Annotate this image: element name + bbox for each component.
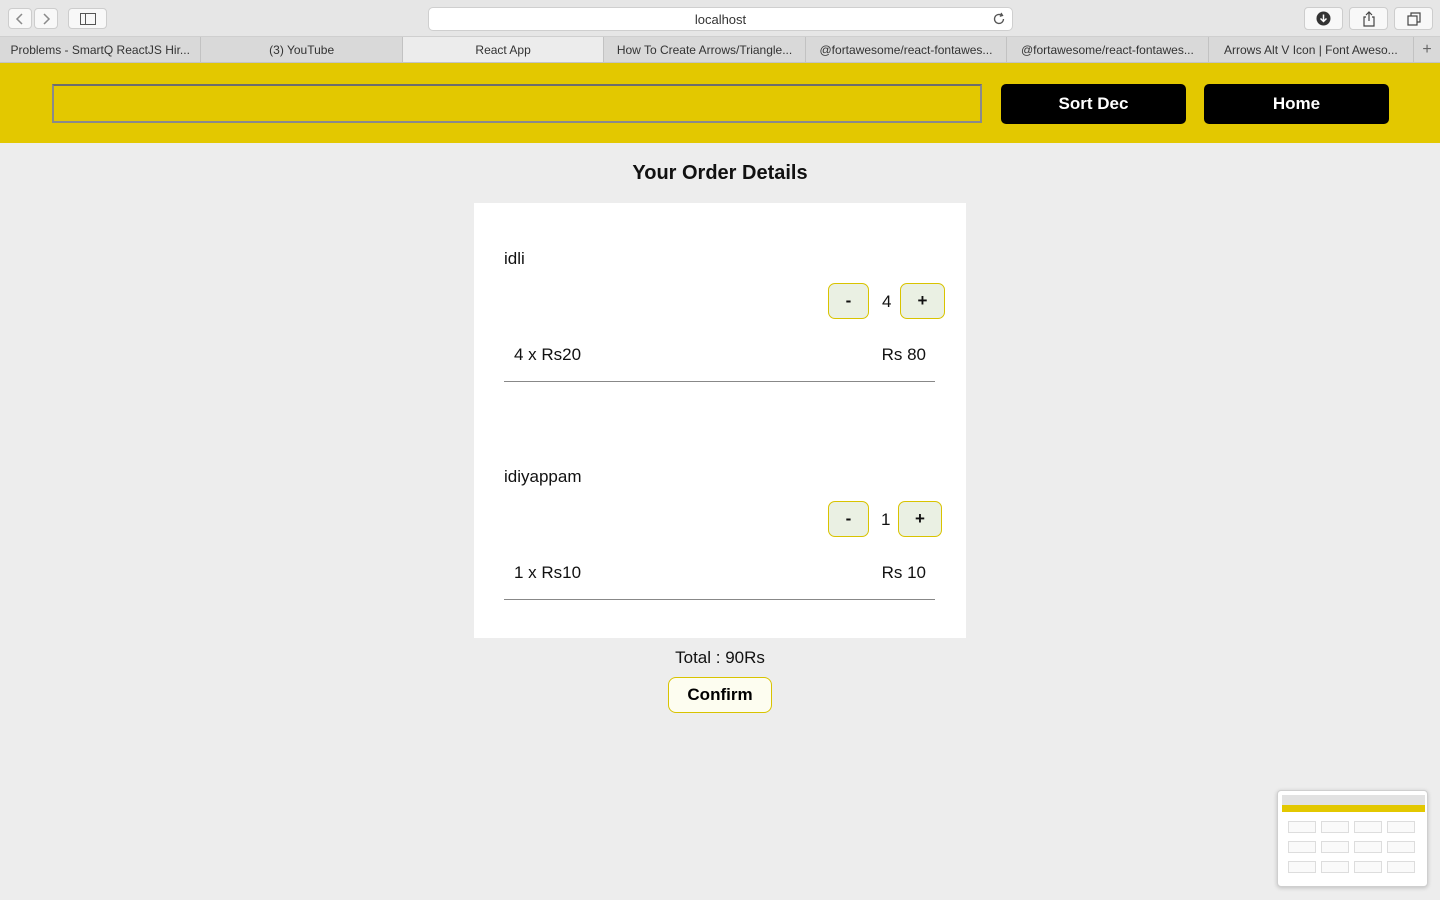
thumbnail-header [1282, 805, 1425, 812]
thumbnail-cell [1354, 861, 1382, 873]
address-text: localhost [694, 11, 747, 27]
increment-button[interactable]: + [898, 501, 942, 537]
back-button[interactable] [8, 8, 32, 29]
order-total: Total : 90Rs [675, 648, 765, 667]
tab-bar: Problems - SmartQ ReactJS Hir... (3) You… [0, 37, 1440, 63]
tab-label: (3) YouTube [269, 42, 335, 57]
tab-react-app[interactable]: React App [402, 37, 605, 62]
sidebar-icon [79, 12, 96, 25]
tab-label: React App [475, 42, 531, 57]
thumbnail-cell [1288, 861, 1316, 873]
line-price: Rs 80 [881, 345, 926, 364]
thumbnail-toolbar [1282, 795, 1425, 805]
quantity-value: 1 [881, 510, 891, 529]
line-calculation: 4 x Rs20 [514, 345, 582, 364]
thumbnail-cell [1387, 841, 1415, 853]
item-name: idiyappam [504, 467, 582, 486]
address-bar[interactable]: localhost [428, 7, 1013, 31]
quantity-value: 4 [882, 292, 892, 311]
home-button[interactable]: Home [1204, 84, 1389, 124]
item-name: idli [504, 249, 525, 268]
tab-fontawesome-1[interactable]: @fortawesome/react-fontawes... [806, 37, 1008, 62]
line-calculation: 1 x Rs10 [514, 563, 582, 582]
download-icon [1316, 11, 1331, 26]
tab-arrows-icon[interactable]: Arrows Alt V Icon | Font Aweso... [1209, 37, 1415, 62]
thumbnail-cell [1321, 841, 1349, 853]
tab-label: How To Create Arrows/Triangle... [616, 42, 793, 57]
screenshot-thumbnail[interactable] [1277, 790, 1428, 887]
app-header: Sort Dec Home [0, 63, 1440, 143]
tab-youtube[interactable]: (3) YouTube [201, 37, 403, 62]
tab-smartq[interactable]: Problems - SmartQ ReactJS Hir... [0, 37, 202, 62]
downloads-button[interactable] [1304, 7, 1343, 30]
tab-fontawesome-2[interactable]: @fortawesome/react-fontawes... [1007, 37, 1209, 62]
decrement-button[interactable]: - [828, 283, 869, 319]
reload-icon[interactable] [992, 12, 1006, 26]
thumbnail-cell [1288, 821, 1316, 833]
tab-label: @fortawesome/react-fontawes... [1020, 42, 1194, 57]
share-icon [1362, 10, 1375, 27]
item-divider [504, 381, 935, 382]
tab-overview-button[interactable] [1394, 7, 1433, 30]
confirm-button[interactable]: Confirm [668, 677, 772, 713]
line-price: Rs 10 [881, 563, 926, 582]
tab-label: Problems - SmartQ ReactJS Hir... [10, 42, 190, 57]
thumbnail-cell [1387, 861, 1415, 873]
thumbnail-cell [1321, 821, 1349, 833]
item-divider [504, 599, 935, 600]
new-tab-button[interactable]: + [1414, 37, 1440, 62]
decrement-button[interactable]: - [828, 501, 869, 537]
forward-button[interactable] [34, 8, 58, 29]
tab-label: Arrows Alt V Icon | Font Aweso... [1224, 42, 1398, 57]
browser-toolbar: localhost [0, 0, 1440, 37]
thumbnail-cell [1387, 821, 1415, 833]
sort-button[interactable]: Sort Dec [1001, 84, 1186, 124]
tab-label: @fortawesome/react-fontawes... [819, 42, 993, 57]
chevron-right-icon [43, 12, 51, 25]
chevron-left-icon [15, 12, 23, 25]
search-input[interactable] [52, 84, 982, 123]
increment-button[interactable]: + [900, 283, 945, 319]
sidebar-toggle-button[interactable] [68, 8, 107, 29]
tab-arrows-triangles[interactable]: How To Create Arrows/Triangle... [604, 37, 806, 62]
thumbnail-cell [1354, 821, 1382, 833]
thumbnail-cell [1321, 861, 1349, 873]
share-button[interactable] [1349, 7, 1388, 30]
order-card: idli - 4 + 4 x Rs20 Rs 80 idiyappam - 1 … [474, 203, 966, 638]
thumbnail-cell [1354, 841, 1382, 853]
thumbnail-cell [1288, 841, 1316, 853]
page-title: Your Order Details [632, 162, 808, 184]
tabs-icon [1406, 11, 1421, 26]
plus-icon: + [1422, 40, 1432, 58]
